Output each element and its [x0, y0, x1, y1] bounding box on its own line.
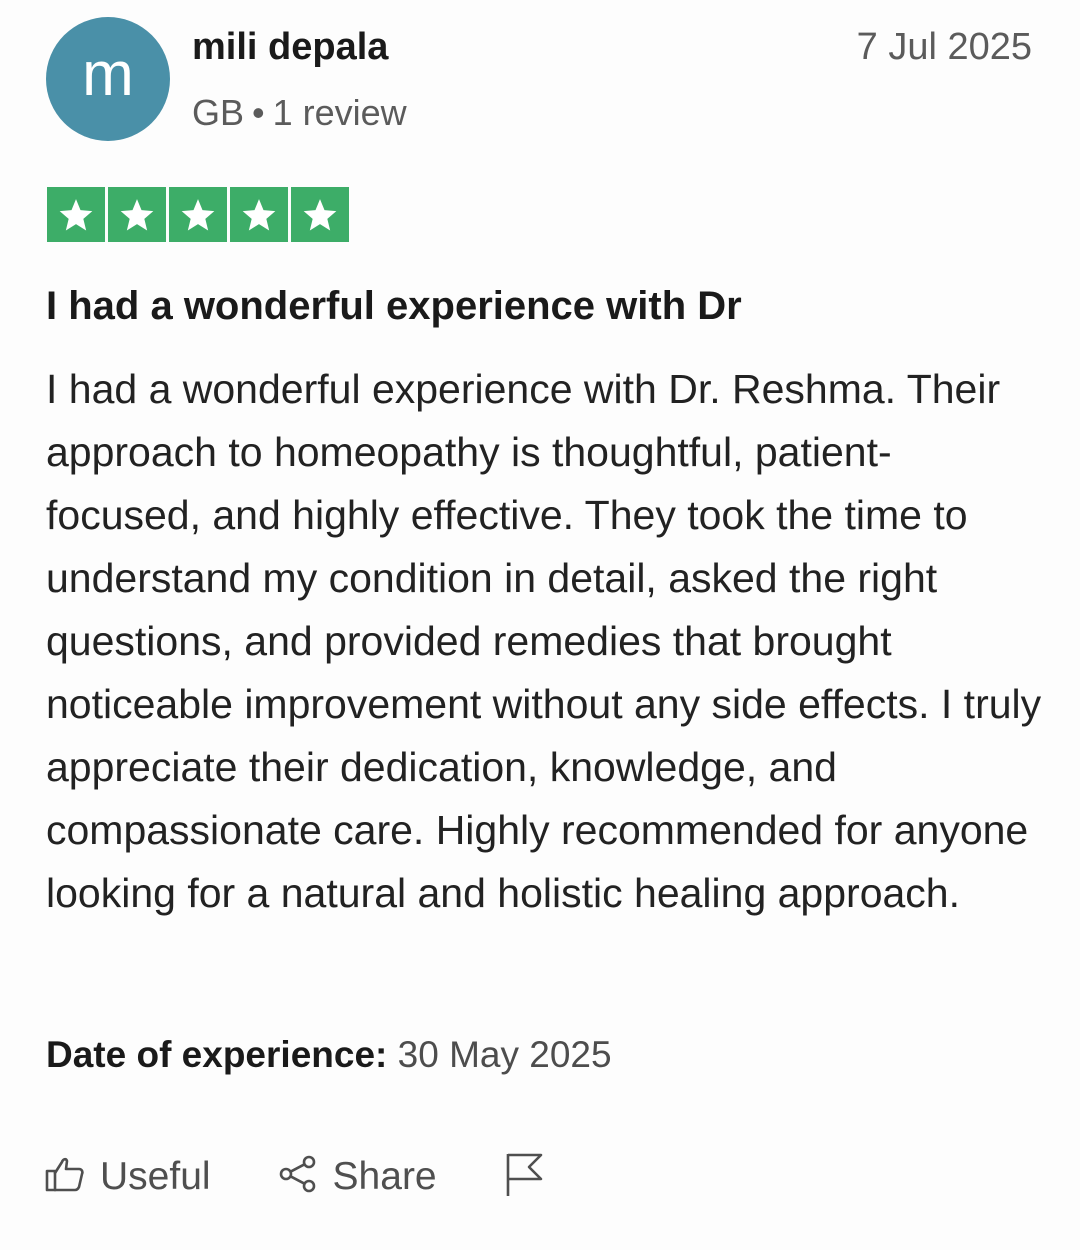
flag-icon: [503, 1150, 545, 1203]
meta-separator: •: [252, 92, 265, 133]
star-icon: [230, 187, 288, 242]
thumbs-up-icon: [44, 1153, 86, 1200]
review-date: 7 Jul 2025: [856, 26, 1032, 68]
avatar[interactable]: m: [46, 17, 170, 141]
avatar-initial: m: [82, 40, 134, 109]
star-icon: [291, 187, 349, 242]
review-title[interactable]: I had a wonderful experience with Dr: [46, 284, 742, 329]
share-label: Share: [332, 1154, 437, 1198]
star-icon: [47, 187, 105, 242]
star-icon: [108, 187, 166, 242]
reviewer-meta: GB • 1 review: [192, 92, 407, 134]
star-rating: [47, 187, 349, 242]
useful-button[interactable]: Useful: [44, 1153, 211, 1200]
experience-label: Date of experience:: [46, 1034, 388, 1075]
reviewer-country: GB: [192, 92, 245, 133]
report-button[interactable]: [503, 1150, 545, 1203]
reviewer-review-count: 1 review: [272, 92, 407, 133]
review-actions: Useful Share: [44, 1150, 545, 1203]
share-icon: [277, 1153, 319, 1200]
review-body: I had a wonderful experience with Dr. Re…: [46, 366, 1042, 916]
reviewer-name[interactable]: mili depala: [192, 26, 388, 69]
date-of-experience: Date of experience: 30 May 2025: [46, 1034, 612, 1076]
share-button[interactable]: Share: [277, 1153, 437, 1200]
review-card: m mili depala GB • 1 review 7 Jul 2025 I h…: [0, 0, 1080, 1250]
star-icon: [169, 187, 227, 242]
experience-date: 30 May 2025: [397, 1034, 612, 1075]
useful-label: Useful: [100, 1154, 211, 1198]
